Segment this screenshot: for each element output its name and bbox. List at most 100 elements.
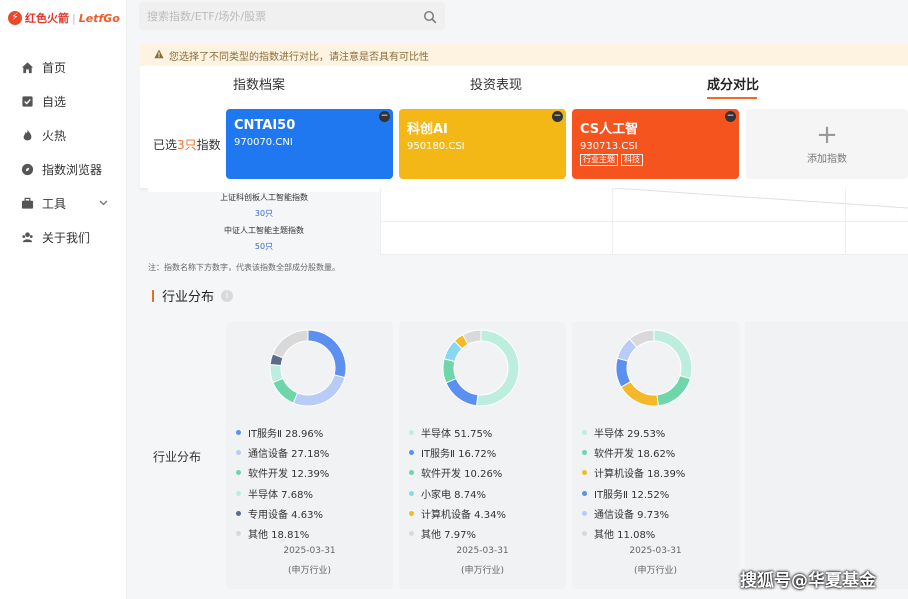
donut-slice-1[interactable] xyxy=(445,377,479,407)
index-card-code: 970070.CNI xyxy=(234,137,293,148)
legend-label: 小家电 8.74% xyxy=(421,489,486,501)
remove-icon[interactable]: − xyxy=(379,111,390,122)
legend-dot xyxy=(582,429,587,435)
legend-label: 通信设备 9.73% xyxy=(594,509,669,521)
constituent-count: 50只 xyxy=(254,242,274,251)
legend-label: 半导体 7.68% xyxy=(248,489,313,501)
index-card-cs-ai[interactable]: CS人工智 930713.CSI 行业主题 科技 − xyxy=(572,109,739,179)
table-divider xyxy=(380,188,381,255)
legend-dot xyxy=(236,470,241,476)
donut-slice-1[interactable] xyxy=(292,374,346,407)
search-bar xyxy=(139,2,445,30)
legend-label: 软件开发 10.26% xyxy=(421,469,503,481)
remove-icon[interactable]: − xyxy=(725,111,736,122)
donut-slice-0[interactable] xyxy=(653,329,693,380)
index-card-code: 930713.CSI xyxy=(580,141,638,152)
rocket-icon: ⚡ xyxy=(8,11,22,25)
tab-bar: 指数档案 投资表现 成分对比 xyxy=(140,66,908,100)
legend-item: 专用设备 4.63% xyxy=(236,503,329,523)
index-card-name: 科创AI xyxy=(407,122,448,137)
legend-item: 通信设备 9.73% xyxy=(582,503,685,523)
selected-prefix: 已选 xyxy=(153,138,178,152)
industry-row-label: 行业分布 xyxy=(153,450,202,464)
section-accent-bar xyxy=(152,289,154,302)
donut-slice-0[interactable] xyxy=(476,329,520,407)
empty-industry-slot xyxy=(745,322,908,589)
comparability-warning: 您选择了不同类型的指数进行对比，请注意是否具有可比性 xyxy=(140,44,908,66)
sidebar-item-home[interactable]: 首页 xyxy=(0,50,126,84)
warning-icon xyxy=(154,49,164,62)
legend-label: 其他 7.97% xyxy=(421,530,476,542)
legend-item: 计算机设备 4.34% xyxy=(409,503,506,523)
sidebar-item-tools[interactable]: 工具 xyxy=(0,186,126,220)
donut-slice-5[interactable] xyxy=(272,329,309,359)
sidebar-item-index-browser[interactable]: 指数浏览器 xyxy=(0,152,126,186)
index-card-name: CNTAI50 xyxy=(234,118,296,133)
legend-label: IT服务Ⅱ 12.52% xyxy=(594,489,670,501)
legend-dot xyxy=(236,531,241,537)
legend-label: 半导体 51.75% xyxy=(421,428,493,440)
legend-label: 计算机设备 4.34% xyxy=(421,509,506,521)
legend-dot xyxy=(236,429,241,435)
toolbox-icon xyxy=(20,196,34,210)
legend-item: 软件开发 12.39% xyxy=(236,463,329,483)
search-input[interactable] xyxy=(139,8,419,24)
index-card-kechuang-ai[interactable]: 科创AI 950180.CSI − xyxy=(399,109,566,179)
sidebar-item-label: 自选 xyxy=(42,94,67,109)
legend-item: 软件开发 18.62% xyxy=(582,442,685,462)
data-source: (申万行业) xyxy=(633,566,678,576)
legend-item: 其他 7.97% xyxy=(409,523,506,543)
chevron-down-icon[interactable] xyxy=(99,198,108,209)
donut-slice-2[interactable] xyxy=(272,377,299,404)
flame-icon xyxy=(20,128,34,142)
industry-legend: 半导体 51.75% IT服务Ⅱ 16.72% 软件开发 10.26% 小家电 … xyxy=(409,422,506,544)
legend-label: 软件开发 18.62% xyxy=(594,448,676,460)
info-icon[interactable]: i xyxy=(221,289,234,302)
logo[interactable]: ⚡ 红色火箭 | LetfGo xyxy=(8,8,120,28)
index-name: 中证人工智能主题指数 xyxy=(224,226,304,235)
logo-separator: | xyxy=(72,11,76,25)
donut-slice-1[interactable] xyxy=(656,375,692,407)
plus-icon: + xyxy=(816,120,838,150)
sidebar-item-label: 工具 xyxy=(42,196,67,211)
index-card-cntai50[interactable]: CNTAI50 970070.CNI − xyxy=(226,109,393,179)
legend-label: 其他 11.08% xyxy=(594,530,656,542)
legend-item: IT服务Ⅱ 28.96% xyxy=(236,422,329,442)
legend-dot xyxy=(409,531,414,537)
tab-index-profile[interactable]: 指数档案 xyxy=(233,74,285,93)
industry-donut-chart xyxy=(615,329,693,407)
search-icon[interactable] xyxy=(423,9,437,28)
remove-icon[interactable]: − xyxy=(552,111,563,122)
legend-label: IT服务Ⅱ 28.96% xyxy=(248,428,324,440)
add-index-button[interactable]: + 添加指数 xyxy=(746,109,908,179)
legend-dot xyxy=(582,531,587,537)
table-note: 注：指数名称下方数字，代表该指数全部成分股数量。 xyxy=(148,263,340,272)
donut-slice-0[interactable] xyxy=(307,329,347,379)
industry-donut-chart xyxy=(442,329,520,407)
donut-slice-2[interactable] xyxy=(620,380,659,407)
add-index-label: 添加指数 xyxy=(807,154,847,165)
legend-dot xyxy=(582,490,587,496)
tab-investment-performance[interactable]: 投资表现 xyxy=(470,74,522,93)
data-date: 2025-03-31 xyxy=(629,546,682,556)
checkbox-icon xyxy=(20,94,34,108)
section-title-text: 行业分布 xyxy=(162,290,215,305)
legend-label: 通信设备 27.18% xyxy=(248,448,330,460)
legend-dot xyxy=(582,510,587,516)
tab-constituent-comparison[interactable]: 成分对比 xyxy=(707,74,759,93)
sidebar-item-about[interactable]: 关于我们 xyxy=(0,220,126,254)
table-row-name: 中证人工智能主题指数 50只 xyxy=(148,225,380,258)
legend-dot xyxy=(236,510,241,516)
legend-dot xyxy=(236,490,241,496)
watermark: 搜狐号@华夏基金 xyxy=(740,571,876,591)
legend-label: IT服务Ⅱ 16.72% xyxy=(421,448,497,460)
sidebar: ⚡ 红色火箭 | LetfGo 首页 自选 火热 指数浏览器 工具 关于我们 xyxy=(0,0,127,599)
legend-label: 计算机设备 18.39% xyxy=(594,469,686,481)
sidebar-item-favorites[interactable]: 自选 xyxy=(0,84,126,118)
donut-slice-3[interactable] xyxy=(615,357,632,388)
section-title: 行业分布 i xyxy=(152,286,234,305)
sidebar-item-hot[interactable]: 火热 xyxy=(0,118,126,152)
donut-slice-2[interactable] xyxy=(442,358,457,384)
legend-dot xyxy=(236,449,241,455)
index-card-name: CS人工智 xyxy=(580,122,639,137)
